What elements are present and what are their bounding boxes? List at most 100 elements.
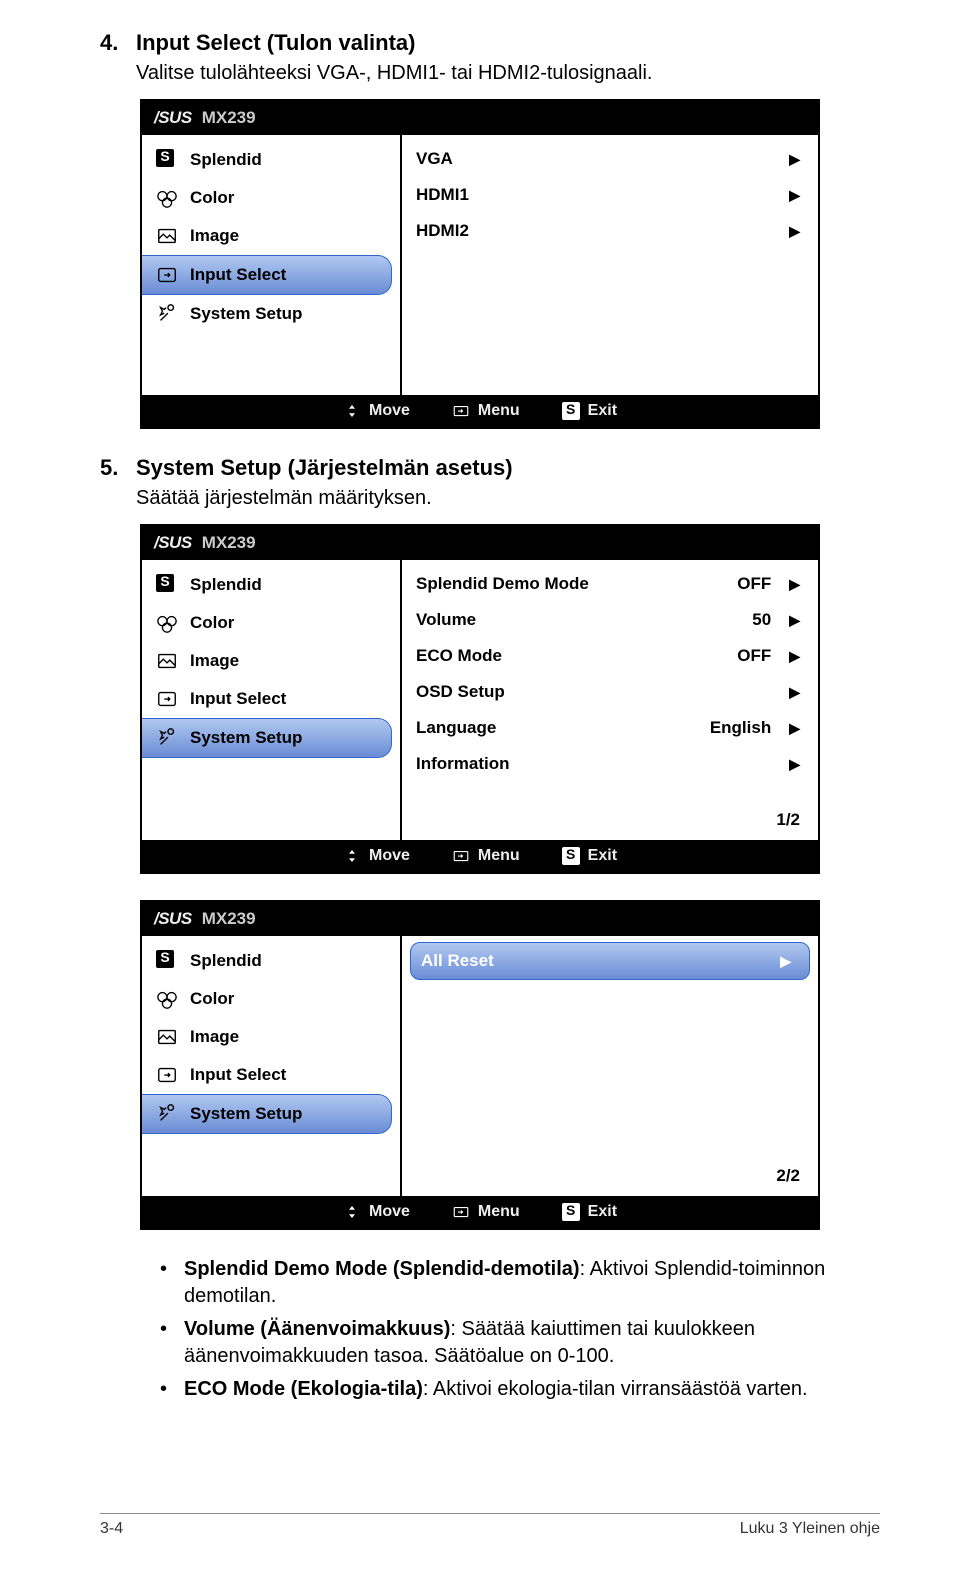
input-option-hdmi2[interactable]: HDMI2 ▶ (402, 213, 818, 249)
input-option-vga[interactable]: VGA ▶ (402, 141, 818, 177)
exit-icon (562, 1203, 580, 1221)
section-4-number: 4. (100, 30, 136, 56)
sidebar-item-input-select[interactable]: Input Select (142, 680, 400, 718)
setting-volume[interactable]: Volume 50 ▶ (402, 602, 818, 638)
sidebar-item-color[interactable]: Color (142, 179, 400, 217)
footer-menu-label: Menu (478, 847, 520, 865)
sidebar-item-system-setup[interactable]: System Setup (142, 1094, 392, 1134)
sidebar-item-system-setup[interactable]: System Setup (142, 718, 392, 758)
bullet-text: ECO Mode (Ekologia-tila): Aktivoi ekolog… (184, 1376, 808, 1403)
setting-information[interactable]: Information ▶ (402, 746, 818, 782)
setting-language[interactable]: Language English ▶ (402, 710, 818, 746)
tools-icon (156, 727, 178, 749)
input-option-hdmi1[interactable]: HDMI1 ▶ (402, 177, 818, 213)
sidebar-item-label: Color (190, 188, 234, 208)
footer-menu-label: Menu (478, 1203, 520, 1221)
option-label: VGA (416, 149, 789, 169)
sidebar-item-image[interactable]: Image (142, 217, 400, 255)
sidebar-item-splendid[interactable]: Splendid (142, 942, 400, 980)
setting-eco-mode[interactable]: ECO Mode OFF ▶ (402, 638, 818, 674)
color-icon (156, 187, 178, 209)
menu-enter-icon (452, 402, 470, 420)
splendid-icon (156, 950, 178, 972)
sidebar-item-splendid[interactable]: Splendid (142, 566, 400, 604)
setting-all-reset[interactable]: All Reset ▶ (410, 942, 810, 980)
sidebar-item-splendid[interactable]: Splendid (142, 141, 400, 179)
chevron-right-icon: ▶ (789, 756, 800, 773)
menu-enter-icon (452, 1203, 470, 1221)
chevron-right-icon: ▶ (789, 612, 800, 629)
bullet-bold: Splendid Demo Mode (Splendid-demotila) (184, 1258, 580, 1280)
page-number: 3-4 (100, 1520, 123, 1538)
footer-menu: Menu (452, 847, 520, 865)
asus-logo: /SUS (154, 533, 192, 553)
image-icon (156, 225, 178, 247)
option-label: Splendid Demo Mode (416, 574, 737, 594)
sidebar-item-label: Image (190, 226, 239, 246)
footer-exit-label: Exit (588, 847, 617, 865)
sidebar-item-image[interactable]: Image (142, 1018, 400, 1056)
option-value: OFF (737, 646, 771, 666)
footer-exit: Exit (562, 402, 617, 420)
bullet-bold: Volume (Äänenvoimakkuus) (184, 1318, 450, 1340)
sidebar-item-color[interactable]: Color (142, 980, 400, 1018)
sidebar-item-label: System Setup (190, 304, 302, 324)
asus-logo: /SUS (154, 108, 192, 128)
sidebar-item-label: System Setup (190, 1104, 302, 1124)
page-indicator: 2/2 (402, 1164, 818, 1190)
footer-move: Move (343, 402, 410, 420)
bullet-dot: • (160, 1376, 184, 1403)
footer-exit: Exit (562, 1203, 617, 1221)
osd-header: /SUS MX239 (142, 902, 818, 936)
sidebar-item-label: Splendid (190, 150, 262, 170)
footer-move-label: Move (369, 402, 410, 420)
osd-sidebar: Splendid Color Image Input Select (142, 135, 402, 395)
tools-icon (156, 1103, 178, 1125)
osd-footer: Move Menu Exit (142, 840, 818, 872)
bullet-dot: • (160, 1316, 184, 1370)
footer-move: Move (343, 1203, 410, 1221)
chevron-right-icon: ▶ (789, 151, 800, 168)
osd-sidebar: Splendid Color Image Input Select (142, 936, 402, 1196)
sidebar-item-label: Splendid (190, 951, 262, 971)
option-value: 50 (752, 610, 771, 630)
exit-icon (562, 402, 580, 420)
input-icon (156, 688, 178, 710)
page-footer: 3-4 Luku 3 Yleinen ohje (100, 1513, 880, 1538)
bullet-rest: : Aktivoi ekologia-tilan virransäästöä v… (423, 1378, 808, 1400)
footer-menu-label: Menu (478, 402, 520, 420)
osd-footer: Move Menu Exit (142, 395, 818, 427)
option-value: OFF (737, 574, 771, 594)
section-5-title: System Setup (Järjestelmän asetus) (136, 455, 513, 481)
footer-menu: Menu (452, 402, 520, 420)
sidebar-item-label: System Setup (190, 728, 302, 748)
page-indicator: 1/2 (402, 808, 818, 834)
chapter-label: Luku 3 Yleinen ohje (740, 1520, 880, 1538)
chevron-right-icon: ▶ (789, 576, 800, 593)
option-label: HDMI1 (416, 185, 789, 205)
osd-model: MX239 (202, 909, 256, 929)
sidebar-item-input-select[interactable]: Input Select (142, 1056, 400, 1094)
footer-move-label: Move (369, 847, 410, 865)
sidebar-item-color[interactable]: Color (142, 604, 400, 642)
osd-content-input: VGA ▶ HDMI1 ▶ HDMI2 ▶ (402, 135, 818, 395)
up-down-arrow-icon (343, 847, 361, 865)
splendid-icon (156, 574, 178, 596)
chevron-right-icon: ▶ (789, 720, 800, 737)
setting-splendid-demo[interactable]: Splendid Demo Mode OFF ▶ (402, 566, 818, 602)
osd-header: /SUS MX239 (142, 526, 818, 560)
color-icon (156, 612, 178, 634)
splendid-icon (156, 149, 178, 171)
osd-model: MX239 (202, 533, 256, 553)
osd-header: /SUS MX239 (142, 101, 818, 135)
sidebar-item-label: Splendid (190, 575, 262, 595)
osd-sidebar: Splendid Color Image Input Select (142, 560, 402, 840)
sidebar-item-image[interactable]: Image (142, 642, 400, 680)
sidebar-item-system-setup[interactable]: System Setup (142, 295, 400, 333)
sidebar-item-input-select[interactable]: Input Select (142, 255, 392, 295)
setting-osd-setup[interactable]: OSD Setup ▶ (402, 674, 818, 710)
bullet-text: Splendid Demo Mode (Splendid-demotila): … (184, 1256, 880, 1310)
chevron-right-icon: ▶ (789, 648, 800, 665)
image-icon (156, 650, 178, 672)
section-4-heading: 4. Input Select (Tulon valinta) (100, 30, 880, 56)
